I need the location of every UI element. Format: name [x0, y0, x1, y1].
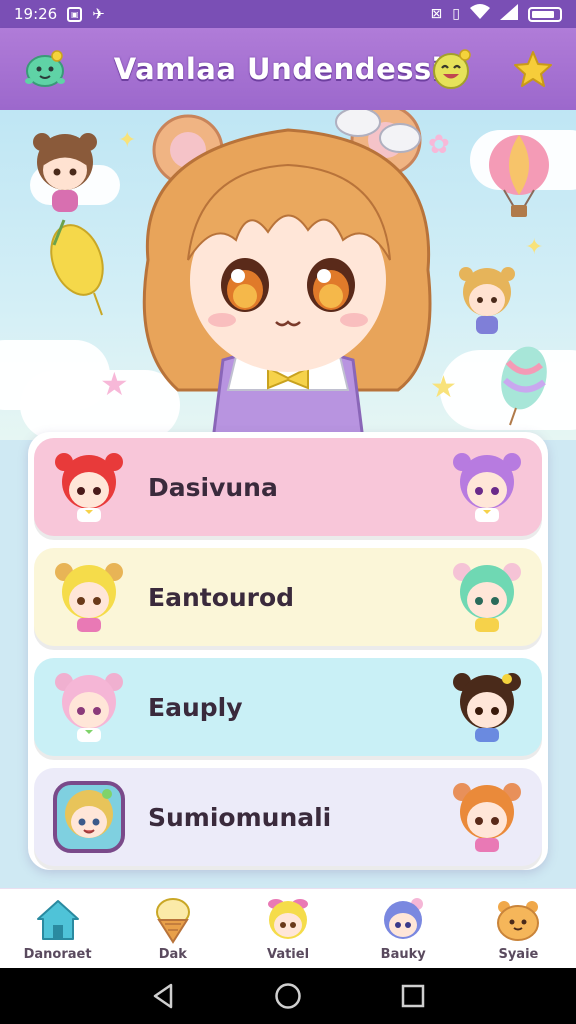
nav-item-vatiel[interactable]: Vatiel	[230, 889, 345, 968]
list-item[interactable]: Sumiomunali	[34, 768, 542, 866]
nav-label: Dak	[158, 946, 187, 962]
nav-item-syaie[interactable]: Syaie	[461, 889, 576, 968]
list-item-label: Dasivuna	[148, 472, 278, 502]
nav-item-home[interactable]: Danoraet	[0, 889, 115, 968]
small-chibi-blonde	[459, 267, 515, 334]
list-item[interactable]: Eantourod	[34, 548, 542, 646]
main-chibi-girl	[142, 110, 432, 440]
pink-hair-chibi-avatar	[52, 670, 126, 744]
notification-icon: ▣	[67, 6, 83, 22]
battery-icon	[528, 6, 562, 22]
no-sim-icon: ⊠	[430, 6, 443, 22]
list-item-label: Eantourod	[148, 582, 295, 612]
star-icon[interactable]	[510, 46, 556, 92]
dark-hair-chibi-avatar	[450, 670, 524, 744]
signal-icon	[500, 4, 518, 24]
nav-label: Bauky	[380, 946, 426, 962]
nav-label: Vatiel	[266, 946, 310, 962]
back-icon[interactable]	[148, 981, 178, 1011]
striped-balloon	[501, 346, 547, 426]
hero-illustration: ✦ ★ ★ ✦ ✿	[0, 110, 576, 440]
blue-hair-chibi-icon	[379, 896, 427, 944]
option-list: Dasivuna Eantourod Eauply Sumiomunali	[28, 432, 548, 870]
nav-label: Syaie	[498, 946, 539, 962]
red-hair-chibi-avatar	[52, 450, 126, 524]
status-time: 19:26	[14, 5, 58, 23]
list-item-label: Sumiomunali	[148, 802, 332, 832]
app-header: Vamlaa Undendessia	[0, 28, 576, 110]
bottom-navigation: Danoraet Dak Vatiel Bauky Syaie	[0, 888, 576, 968]
yellow-balloon	[50, 219, 104, 316]
home-button-icon[interactable]	[273, 981, 303, 1011]
nav-item-dak[interactable]: Dak	[115, 889, 230, 968]
wifi-icon	[470, 4, 490, 24]
framed-blonde-chibi-avatar	[52, 780, 126, 854]
blonde-chibi-icon	[264, 896, 312, 944]
smiley-face-icon[interactable]	[428, 46, 474, 92]
purple-hair-chibi-avatar	[450, 450, 524, 524]
home-icon	[34, 896, 82, 944]
blonde-chibi-avatar	[52, 560, 126, 634]
small-chibi-brown	[33, 133, 97, 212]
list-item-label: Eauply	[148, 692, 243, 722]
recents-icon[interactable]	[398, 981, 428, 1011]
nav-label: Danoraet	[23, 946, 92, 962]
airplane-icon: ✈	[92, 5, 105, 23]
mint-hair-chibi-avatar	[450, 560, 524, 634]
system-navigation-bar	[0, 968, 576, 1024]
app-title: Vamlaa Undendessia	[113, 52, 463, 86]
orange-creature-icon	[494, 896, 542, 944]
list-item[interactable]: Eauply	[34, 658, 542, 756]
orange-hair-chibi-avatar	[450, 780, 524, 854]
nav-item-bauky[interactable]: Bauky	[346, 889, 461, 968]
status-bar: 19:26 ▣ ✈ ⊠ ▯	[0, 0, 576, 28]
green-creature-icon[interactable]	[22, 46, 68, 92]
star-decoration: ✦	[525, 235, 544, 260]
list-item[interactable]: Dasivuna	[34, 438, 542, 536]
hot-air-balloon	[489, 135, 549, 217]
vibrate-icon: ▯	[452, 6, 460, 22]
ice-cream-icon	[149, 896, 197, 944]
